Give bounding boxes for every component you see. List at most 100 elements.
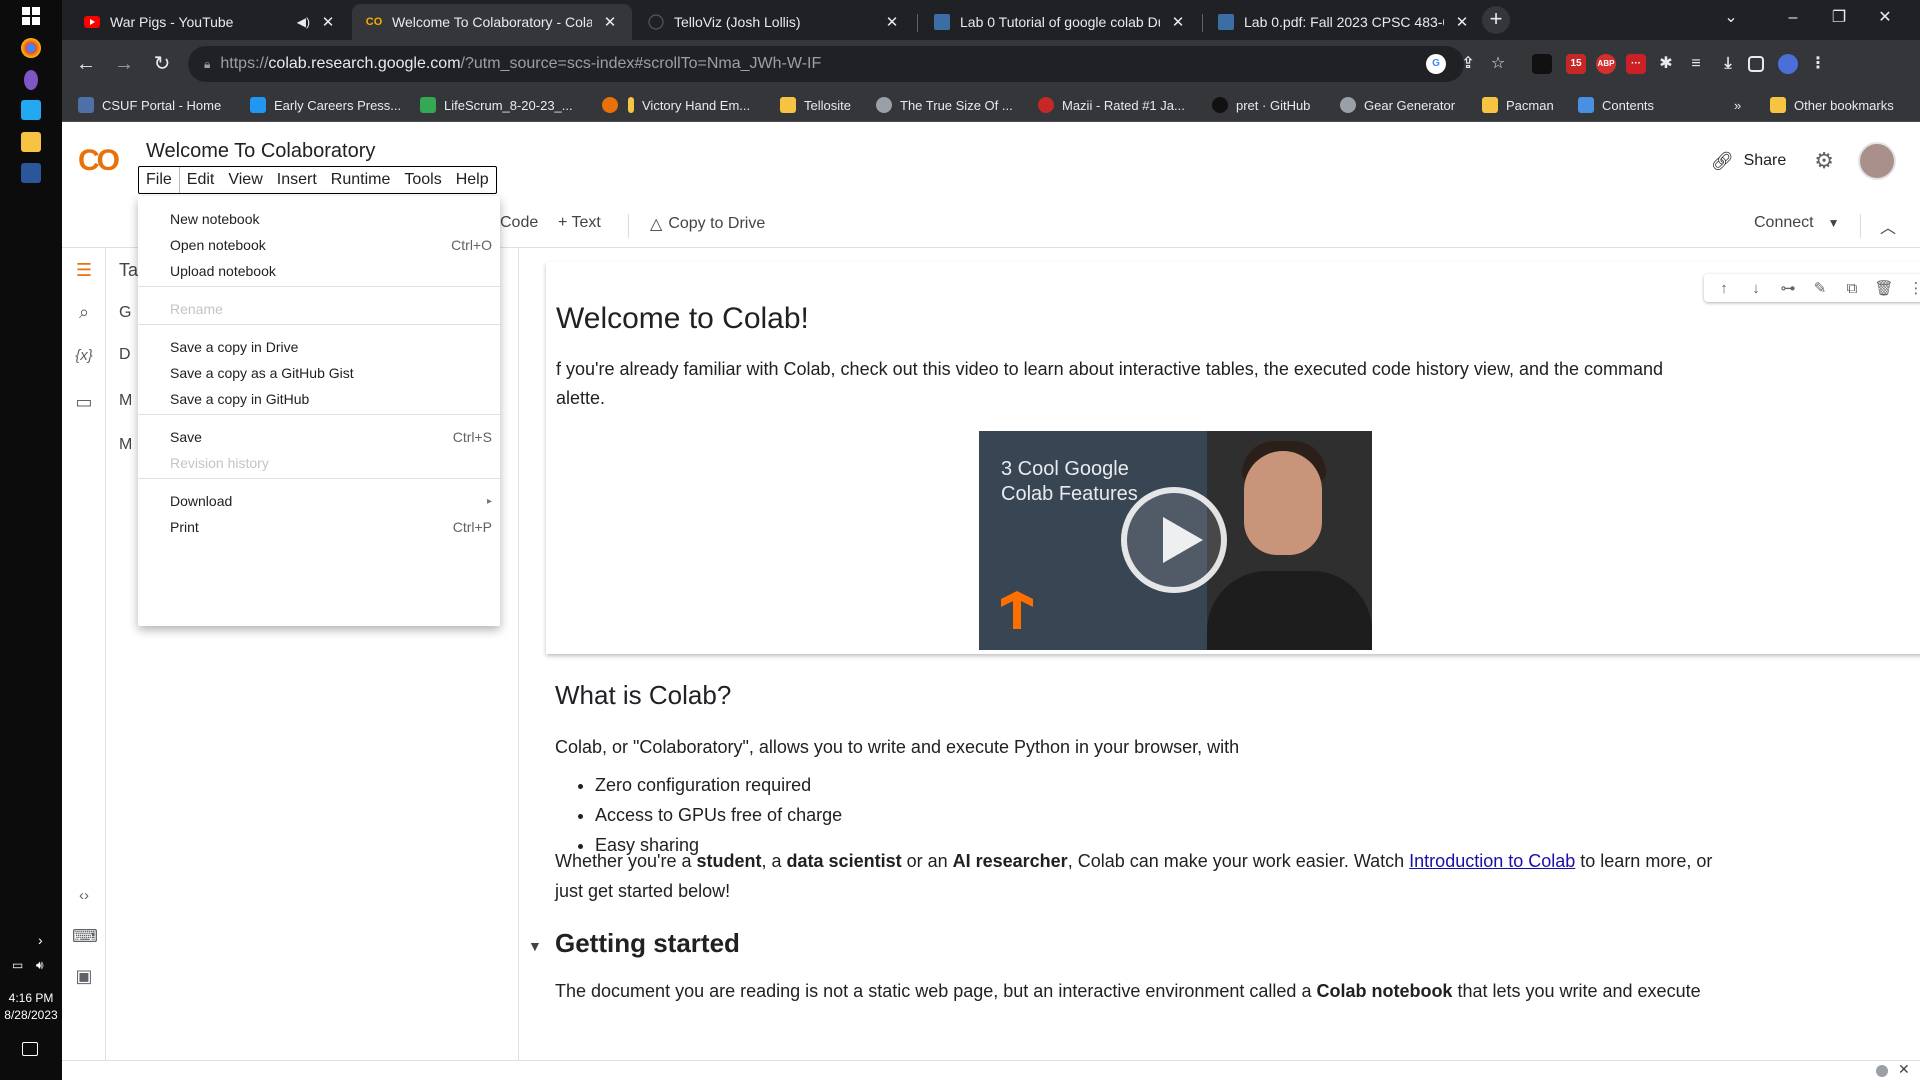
- avatar[interactable]: [1858, 142, 1896, 180]
- tab-lab0-pdf[interactable]: Lab 0.pdf: Fall 2023 CPSC 483-05 ✕: [1204, 4, 1484, 40]
- bookmark-item[interactable]: LifeScrum_8-20-23_...: [420, 95, 573, 115]
- lastpass-icon[interactable]: ···: [1626, 54, 1646, 74]
- toc-item[interactable]: D: [119, 346, 131, 364]
- word-taskbar-icon[interactable]: [21, 163, 41, 183]
- share-button[interactable]: 🔗︎ Share: [1711, 151, 1787, 172]
- close-tab-icon[interactable]: ✕: [1452, 13, 1472, 31]
- move-up-icon[interactable]: ↑: [1708, 280, 1740, 297]
- bookmark-item[interactable]: CSUF Portal - Home: [78, 95, 221, 115]
- profile-avatar-icon[interactable]: [1778, 54, 1798, 74]
- menu-insert[interactable]: Insert: [270, 167, 324, 193]
- bookmark-item[interactable]: Gear Generator: [1340, 95, 1455, 115]
- tab-telloviz[interactable]: TelloViz (Josh Lollis) ✕: [634, 4, 914, 40]
- bookmark-item[interactable]: The True Size Of ...: [876, 95, 1013, 115]
- table-of-contents-icon[interactable]: ☰: [72, 258, 96, 282]
- notebook-title[interactable]: Welcome To Colaboratory: [146, 140, 375, 163]
- taskbar-date[interactable]: 8/28/2023: [0, 1008, 62, 1023]
- bookmark-item[interactable]: Mazii - Rated #1 Ja...: [1038, 95, 1185, 115]
- menu-edit[interactable]: Edit: [180, 167, 222, 193]
- close-tab-icon[interactable]: ✕: [318, 13, 338, 31]
- menu-view[interactable]: View: [221, 167, 269, 193]
- toc-item[interactable]: M: [119, 392, 132, 410]
- notification-icon[interactable]: [22, 1042, 38, 1056]
- code-snippets-icon[interactable]: ‹›: [72, 884, 96, 908]
- bookmark-folder[interactable]: Tellosite: [780, 95, 851, 115]
- video-thumbnail[interactable]: 3 Cool Google Colab Features: [979, 431, 1372, 650]
- more-options-icon[interactable]: ⋮: [1900, 279, 1920, 297]
- close-tab-icon[interactable]: ✕: [600, 13, 620, 31]
- tab-lab0-tutorial[interactable]: Lab 0 Tutorial of google colab Du ✕: [920, 4, 1200, 40]
- windows-start-icon[interactable]: [22, 7, 40, 25]
- taskbar-time[interactable]: 4:16 PM: [0, 991, 62, 1006]
- toc-item[interactable]: G: [119, 304, 131, 322]
- delete-trash-icon[interactable]: 🗑︎: [1868, 279, 1900, 297]
- close-window-button[interactable]: ✕: [1862, 0, 1908, 36]
- variables-icon[interactable]: {x}: [72, 344, 96, 368]
- chrome-menu-icon[interactable]: ⋮: [1808, 54, 1828, 74]
- add-code-button[interactable]: Code: [500, 214, 538, 232]
- toc-item[interactable]: M: [119, 436, 132, 454]
- menu-help[interactable]: Help: [449, 167, 496, 193]
- menu-save-copy-github[interactable]: Save a copy in GitHub: [138, 384, 500, 414]
- add-text-button[interactable]: + Text: [558, 214, 601, 232]
- move-down-icon[interactable]: ↓: [1740, 280, 1772, 297]
- minimize-button[interactable]: –: [1770, 0, 1816, 36]
- menu-file[interactable]: File: [139, 167, 180, 193]
- gear-icon[interactable]: ⚙: [1814, 148, 1834, 174]
- bookmark-item[interactable]: Victory Hand Em...: [628, 95, 750, 115]
- close-tab-icon[interactable]: ✕: [882, 13, 902, 31]
- close-icon[interactable]: ✕: [1898, 1061, 1910, 1078]
- terminal-icon[interactable]: ▣: [72, 964, 96, 988]
- volume-icon[interactable]: 🔊︎: [36, 958, 44, 973]
- menu-tools[interactable]: Tools: [397, 167, 448, 193]
- link-icon[interactable]: ⊶: [1772, 279, 1804, 297]
- reading-list-icon[interactable]: ≡: [1686, 54, 1706, 74]
- back-button[interactable]: ←: [72, 50, 100, 78]
- menu-upload-notebook[interactable]: Upload notebook: [138, 256, 500, 286]
- collapse-header-icon[interactable]: ︿: [1880, 214, 1896, 238]
- play-icon[interactable]: [1121, 487, 1227, 593]
- markdown-cell[interactable]: ↑ ↓ ⊶ ✎ ⧉ 🗑︎ ⋮ Welcome to Colab! f you'r…: [546, 262, 1920, 654]
- adblock-icon[interactable]: ABP: [1596, 54, 1616, 74]
- address-bar[interactable]: 🔒︎ https://colab.research.google.com/?ut…: [188, 46, 1464, 82]
- google-lens-icon[interactable]: G: [1426, 54, 1446, 74]
- forward-button[interactable]: →: [110, 50, 138, 78]
- bookmark-item[interactable]: [602, 95, 626, 115]
- bookmark-item[interactable]: Early Careers Press...: [250, 95, 401, 115]
- chevron-right-icon[interactable]: ›: [38, 932, 43, 948]
- new-tab-button[interactable]: +: [1482, 6, 1510, 34]
- extension-dark-icon[interactable]: [1532, 54, 1552, 74]
- extensions-puzzle-icon[interactable]: ✱: [1656, 54, 1676, 74]
- lock-icon[interactable]: 🔒︎: [204, 57, 210, 72]
- network-icon[interactable]: ▭: [12, 958, 23, 972]
- app-taskbar-icon[interactable]: [24, 70, 38, 90]
- audio-playing-icon[interactable]: ◀︎): [297, 15, 310, 29]
- search-icon[interactable]: ⌕: [72, 300, 96, 324]
- connect-button[interactable]: Connect ▼: [1754, 214, 1839, 232]
- tab-youtube[interactable]: War Pigs - YouTube ◀︎) ✕: [70, 4, 350, 40]
- edit-pencil-icon[interactable]: ✎: [1804, 279, 1836, 297]
- bookmark-folder[interactable]: Pacman: [1482, 95, 1554, 115]
- other-bookmarks-folder[interactable]: Other bookmarks: [1770, 95, 1894, 115]
- tab-search-icon[interactable]: ⌄: [1708, 0, 1754, 36]
- section-collapse-arrow-icon[interactable]: ▼: [528, 938, 542, 954]
- file-explorer-taskbar-icon[interactable]: [21, 132, 41, 152]
- chrome-taskbar-icon[interactable]: [21, 38, 41, 58]
- bookmark-item[interactable]: Contents: [1578, 95, 1654, 115]
- command-palette-icon[interactable]: ⌨︎: [72, 924, 98, 948]
- copy-to-drive-button[interactable]: △ Copy to Drive: [650, 214, 765, 234]
- share-page-icon[interactable]: ⇪: [1458, 54, 1478, 74]
- mirror-cell-icon[interactable]: ⧉: [1836, 280, 1868, 297]
- vscode-taskbar-icon[interactable]: [21, 100, 41, 120]
- menu-runtime[interactable]: Runtime: [324, 167, 398, 193]
- downloads-icon[interactable]: ⤓: [1718, 54, 1738, 74]
- reload-button[interactable]: ↻: [148, 50, 176, 78]
- menu-print[interactable]: Print Ctrl+P: [138, 512, 500, 542]
- colab-logo[interactable]: CO: [78, 144, 120, 178]
- bookmarks-overflow-button[interactable]: »: [1734, 95, 1741, 115]
- restore-button[interactable]: ❐: [1816, 0, 1862, 36]
- tab-colab[interactable]: CO Welcome To Colaboratory - Colal ✕: [352, 4, 632, 40]
- bookmark-star-icon[interactable]: ☆: [1488, 54, 1508, 74]
- side-panel-icon[interactable]: [1748, 56, 1764, 72]
- files-folder-icon[interactable]: ▭: [72, 390, 96, 414]
